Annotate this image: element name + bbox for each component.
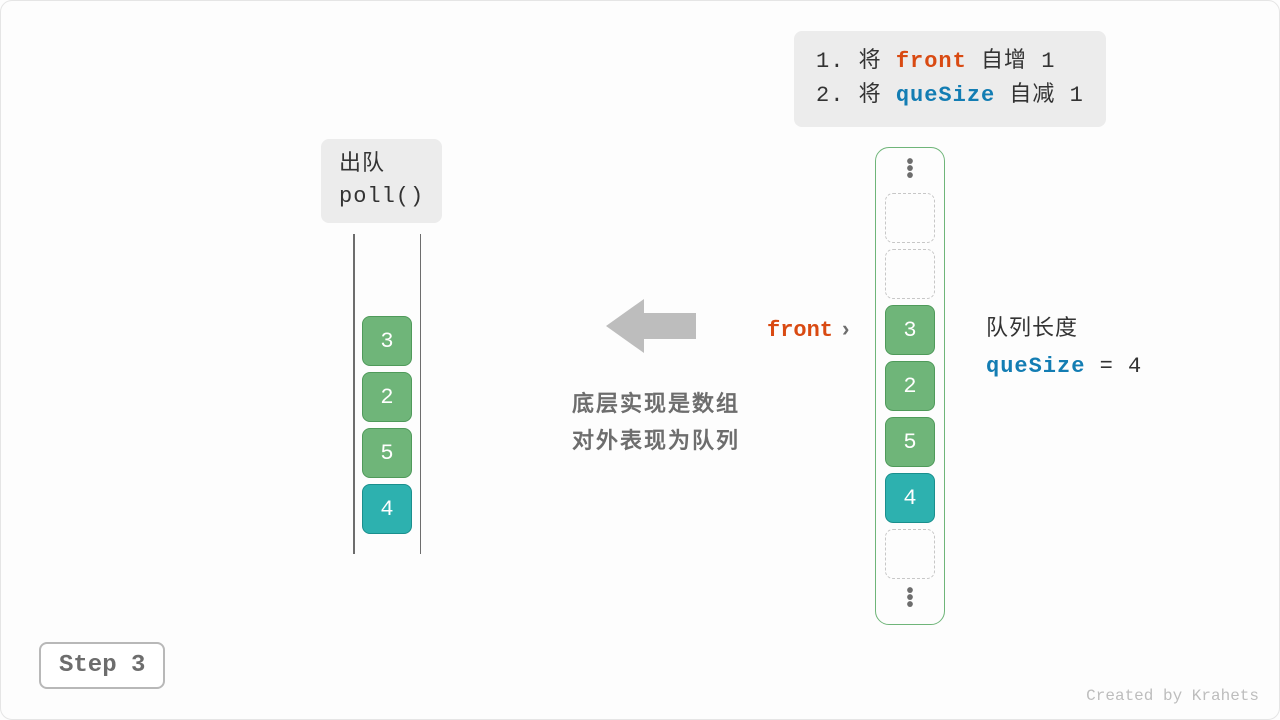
array-slot: 3 <box>885 305 935 355</box>
array-slot: 5 <box>885 417 935 467</box>
step-badge: Step 3 <box>39 642 165 689</box>
vertical-ellipsis-icon: ••• <box>904 585 916 616</box>
vertical-ellipsis-icon: ••• <box>904 156 916 187</box>
step-badge-text: Step 3 <box>59 652 145 679</box>
size-note: 队列长度 queSize = 4 <box>986 311 1142 386</box>
size-eq: = <box>1085 354 1128 379</box>
credit: Created by Krahets <box>1086 687 1259 705</box>
queue-cell-value: 4 <box>380 497 393 522</box>
poll-line1: 出队 <box>339 149 424 181</box>
array-slot: 2 <box>885 361 935 411</box>
step2-keyword-quesize: queSize <box>896 83 995 108</box>
step1-keyword-front: front <box>896 49 967 74</box>
credit-text: Created by Krahets <box>1086 687 1259 705</box>
size-expr: queSize = 4 <box>986 348 1142 385</box>
queue-cell: 2 <box>362 372 412 422</box>
array-column: ••• 3 2 5 4 ••• <box>875 147 945 625</box>
array-slot: 4 <box>885 473 935 523</box>
step-line-1: 1. 将 front 自增 1 <box>816 45 1084 79</box>
queue-items: 3 2 5 4 <box>362 316 412 534</box>
step1-suffix: 自增 1 <box>967 49 1056 74</box>
queue-cell-value: 2 <box>380 385 393 410</box>
array-slot-empty <box>885 529 935 579</box>
front-label: front <box>767 318 833 343</box>
size-label: 队列长度 <box>986 311 1142 348</box>
step1-prefix: 1. 将 <box>816 49 896 74</box>
queue-rails: 3 2 5 4 <box>353 234 421 554</box>
array-slot-value: 5 <box>903 430 916 455</box>
caption-line1: 底层实现是数组 <box>526 387 786 424</box>
center-caption: 底层实现是数组 对外表现为队列 <box>526 387 786 462</box>
queue-cell-value: 3 <box>380 329 393 354</box>
step2-suffix: 自减 1 <box>995 83 1084 108</box>
arrow-left-icon <box>601 291 701 361</box>
queue-cell: 4 <box>362 484 412 534</box>
caption-line2: 对外表现为队列 <box>526 424 786 461</box>
array-slot-value: 2 <box>903 374 916 399</box>
array-slot-value: 3 <box>903 318 916 343</box>
poll-line2: poll() <box>339 181 424 213</box>
array-slot-value: 4 <box>903 486 916 511</box>
poll-label: 出队 poll() <box>321 139 442 223</box>
step2-prefix: 2. 将 <box>816 83 896 108</box>
size-value: 4 <box>1128 354 1142 379</box>
array-slot-empty <box>885 249 935 299</box>
array-slot-empty <box>885 193 935 243</box>
chevron-right-icon: › <box>839 318 852 343</box>
steps-box: 1. 将 front 自增 1 2. 将 queSize 自减 1 <box>794 31 1106 127</box>
queue-cell: 3 <box>362 316 412 366</box>
size-keyword-quesize: queSize <box>986 354 1085 379</box>
queue-cell: 5 <box>362 428 412 478</box>
step-line-2: 2. 将 queSize 自减 1 <box>816 79 1084 113</box>
queue-cell-value: 5 <box>380 441 393 466</box>
front-pointer: front› <box>767 318 852 343</box>
